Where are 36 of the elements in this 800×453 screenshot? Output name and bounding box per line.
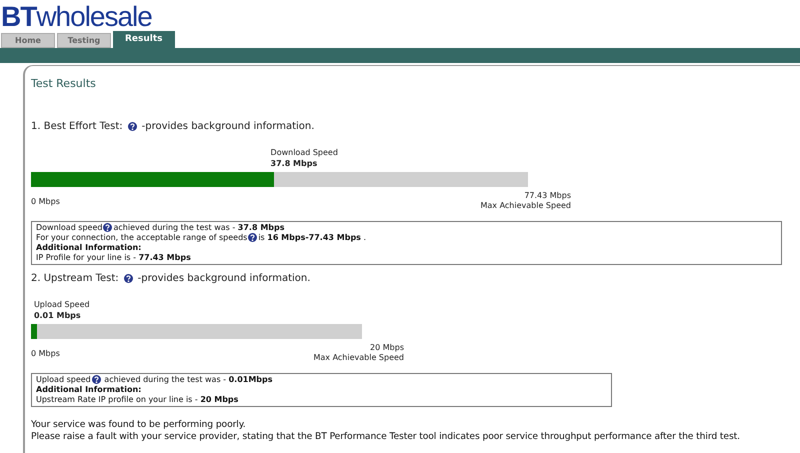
info-text: IP Profile for your line is - 77.43 Mbps bbox=[36, 252, 192, 262]
help-icon[interactable] bbox=[124, 274, 133, 282]
help-icon[interactable] bbox=[92, 375, 101, 384]
info-text: Download speed bbox=[36, 222, 102, 232]
help-icon[interactable] bbox=[103, 223, 112, 232]
test-heading: 2. Upstream Test: bbox=[31, 272, 119, 286]
test-note: -provides background information. bbox=[138, 272, 310, 286]
max-value: 20 Mbps bbox=[370, 342, 404, 352]
info-text: Upstream Rate IP profile on your line is - 20 Mbps bbox=[36, 394, 240, 404]
help-icon[interactable] bbox=[248, 233, 258, 242]
summary-text: Your service was found to be performing poorly. bbox=[31, 418, 247, 430]
logo: BTwholesale bbox=[1, 3, 152, 31]
max-label: Max Achievable Speed bbox=[313, 352, 404, 362]
help-icon[interactable] bbox=[128, 122, 137, 130]
nav-tab[interactable]: Results bbox=[113, 31, 175, 48]
info-text: achieved during the test was - 37.8 Mbps bbox=[113, 222, 284, 232]
min-label: 0 Mbps bbox=[31, 196, 60, 208]
test-heading: 1. Best Effort Test: bbox=[31, 120, 123, 134]
info-text: Upload speed bbox=[36, 374, 91, 384]
info-text: achieved during the test was - 0.01Mbps bbox=[103, 374, 273, 384]
nav-tab[interactable]: Home bbox=[1, 33, 55, 48]
info-text: is 16 Mbps-77.43 Mbps . bbox=[258, 232, 366, 242]
max-label: Max Achievable Speed bbox=[480, 200, 571, 210]
max-value: 77.43 Mbps bbox=[524, 190, 571, 200]
summary-text: Please raise a fault with your service provider, stating that the BT Performance Tester tool indicates poor service throughput performance after the third test. bbox=[31, 430, 741, 442]
page-title: Test Results bbox=[31, 76, 97, 92]
speed-value: 0.01 Mbps bbox=[34, 310, 82, 320]
speed-label: Download Speed bbox=[270, 146, 339, 158]
info-text: For your connection, the acceptable range of speeds bbox=[36, 232, 248, 242]
test-note: -provides background information. bbox=[142, 120, 314, 134]
nav-tab[interactable]: Testing bbox=[57, 33, 111, 48]
speed-value: 37.8 Mbps bbox=[270, 158, 318, 168]
info-heading: Additional Information: bbox=[36, 242, 142, 252]
min-label: 0 Mbps bbox=[31, 348, 60, 360]
speed-label: Upload Speed bbox=[34, 298, 91, 310]
info-heading: Additional Information: bbox=[36, 384, 142, 394]
